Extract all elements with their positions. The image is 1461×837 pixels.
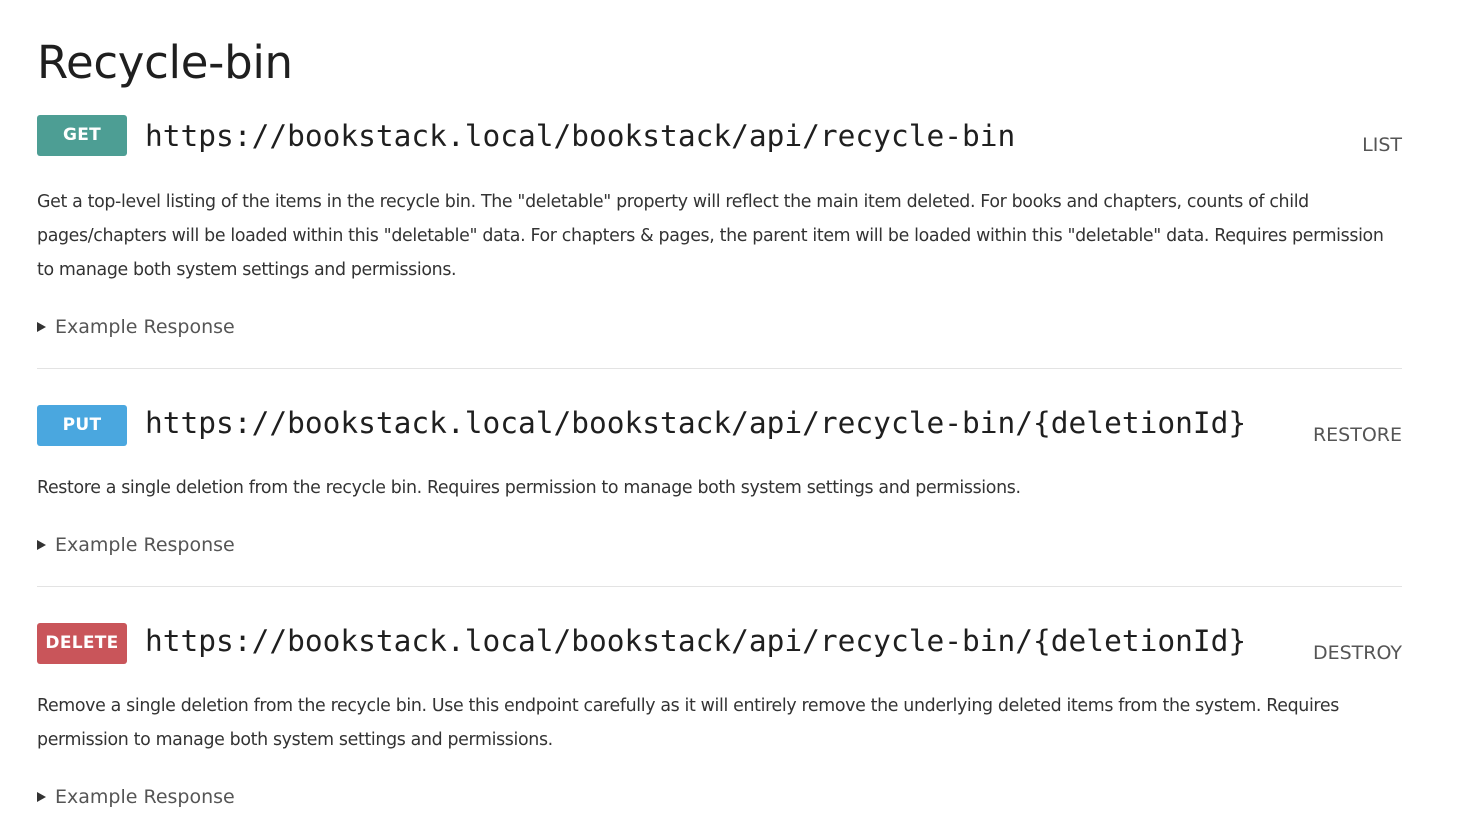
endpoint-divider	[37, 586, 1402, 587]
caret-right-icon	[37, 322, 46, 332]
endpoint-header: PUT https://bookstack.local/bookstack/ap…	[37, 405, 1402, 447]
api-docs-page: Recycle-bin GET https://bookstack.local/…	[0, 0, 1461, 837]
endpoint-restore: PUT https://bookstack.local/bookstack/ap…	[37, 405, 1402, 556]
endpoint-name: RESTORE	[1312, 424, 1402, 446]
example-response-toggle[interactable]: Example Response	[37, 314, 235, 340]
method-badge-delete: DELETE	[37, 623, 127, 664]
endpoint-description: Restore a single deletion from the recyc…	[37, 478, 1021, 498]
example-response-label: Example Response	[55, 534, 235, 556]
endpoint-url: https://bookstack.local/bookstack/api/re…	[145, 119, 1016, 153]
endpoint-header: GET https://bookstack.local/bookstack/ap…	[37, 115, 1402, 157]
endpoint-destroy: DELETE https://bookstack.local/bookstack…	[37, 623, 1402, 808]
example-response-label: Example Response	[55, 786, 235, 808]
endpoint-description: Remove a single deletion from the recycl…	[37, 696, 1339, 750]
method-badge-put: PUT	[37, 405, 127, 446]
endpoint-divider	[37, 368, 1402, 369]
example-response-label: Example Response	[55, 316, 235, 338]
endpoint-description: Get a top-level listing of the items in …	[37, 192, 1384, 280]
endpoint-list: GET https://bookstack.local/bookstack/ap…	[37, 115, 1402, 338]
example-response-toggle[interactable]: Example Response	[37, 784, 235, 810]
endpoint-header: DELETE https://bookstack.local/bookstack…	[37, 623, 1402, 665]
endpoint-url: https://bookstack.local/bookstack/api/re…	[145, 406, 1247, 440]
example-response-toggle[interactable]: Example Response	[37, 532, 235, 558]
endpoint-name: LIST	[1362, 134, 1402, 156]
endpoint-url: https://bookstack.local/bookstack/api/re…	[145, 624, 1247, 658]
page-title: Recycle-bin	[37, 36, 293, 89]
method-badge-get: GET	[37, 115, 127, 156]
caret-right-icon	[37, 792, 46, 802]
endpoint-name: DESTROY	[1312, 642, 1402, 664]
caret-right-icon	[37, 540, 46, 550]
